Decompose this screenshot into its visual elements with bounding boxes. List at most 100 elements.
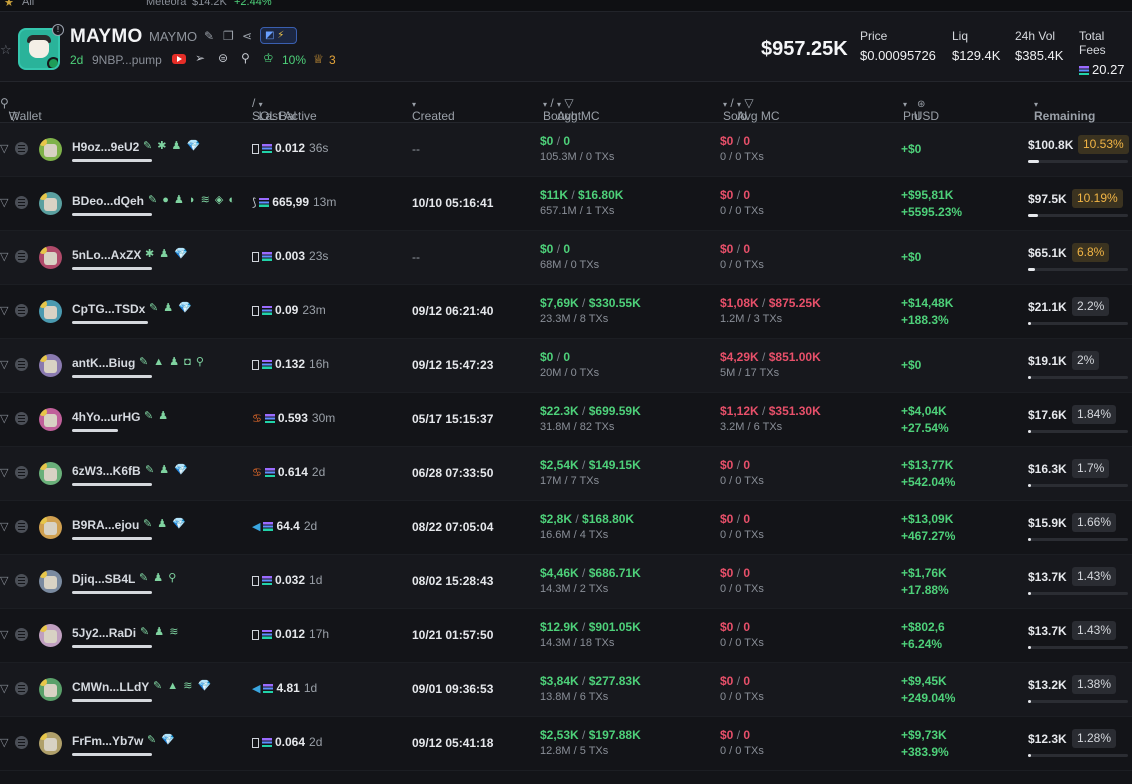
remaining-percent: 1.66% [1072,513,1117,532]
row-menu-icon[interactable] [15,520,28,533]
row-menu-icon[interactable] [15,196,28,209]
table-row[interactable]: ▽ H9oz...9eU2 ✎ ✱ ♟ 💎 0.012 36s -- $0 / 0 105.3… [0,123,1132,177]
avatar[interactable] [39,246,62,269]
filter-icon[interactable]: ▽ [0,736,8,749]
sold-column-header[interactable]: Sold ▾ / Avg MC ▾ ▽ [723,96,780,123]
usd-toggle[interactable]: USD [914,109,939,123]
pnl-column-header[interactable]: Pnl ▾ USD ⊛ [903,96,939,123]
table-row[interactable]: ▽ 4hYo...urHG ✎ ♟ ♋ 0.593 30m 05/17 15:15:37 $2… [0,393,1132,447]
avatar[interactable] [39,678,62,701]
table-row[interactable]: ▽ FrFm...Yb7w ✎ 💎 0.064 2d 09/12 05:41:18 $2,5… [0,717,1132,771]
table-row[interactable]: ▽ 5Jy2...RaDi ✎ ♟ ≋ 0.012 17h 10/21 01:57:50 $… [0,609,1132,663]
wallet-address[interactable]: Djiq...SB4L [72,572,135,586]
table-row[interactable]: ▽ B9RA...ejou ✎ ♟ 💎 ◀ 64.4 2d 08/22 07:05:04 $2… [0,501,1132,555]
remaining-track [1028,538,1128,541]
table-row[interactable]: ▽ antK...Biug ✎ ▲ ♟ ◘ ⚲ 0.132 16h 09/12 15:47… [0,339,1132,393]
filter-icon[interactable]: ▽ [564,96,573,110]
unknown-source-icon [252,251,259,262]
token-address[interactable]: 9NBP...pump [92,53,162,67]
avatar[interactable] [39,624,62,647]
edit-icon[interactable]: ✎ [204,29,214,43]
wallet-address[interactable]: 6zW3...K6fB [72,464,141,478]
filter-icon[interactable]: ▽ [0,250,8,263]
youtube-icon[interactable] [172,54,186,64]
telegram-icon[interactable]: ➢ [195,51,205,65]
filter-icon[interactable]: ▽ [0,574,8,587]
ticker-pair[interactable]: Meteora [146,0,186,8]
filter-icon[interactable]: ▽ [0,142,8,155]
wallet-address[interactable]: B9RA...ejou [72,518,139,532]
table-row[interactable]: ▽ CpTG...TSDx ✎ ♟ 💎 0.09 23m 09/12 06:21:40 $7… [0,285,1132,339]
table-row[interactable]: ▽ CMWn...LLdY ✎ ▲ ≋ 💎 ◀ 4.81 1d 09/01 09:36:53… [0,663,1132,717]
filter-icon[interactable]: ▽ [9,109,18,123]
table-row[interactable]: ▽ 6zW3...K6fB ✎ ♟ 💎 ♋ 0.614 2d 06/28 07:33:50 $… [0,447,1132,501]
avatar[interactable] [39,300,62,323]
wallet-address[interactable]: H9oz...9eU2 [72,140,139,154]
bought-value: $0 [540,134,554,148]
filter-icon[interactable]: ▽ [0,682,8,695]
wallet-address[interactable]: BDeo...dQeh [72,194,144,208]
sol-balance-value: 665,99 [272,195,309,209]
avatar[interactable] [39,462,62,485]
filter-icon[interactable]: ▽ [0,358,8,371]
filter-icon[interactable]: ▽ [0,196,8,209]
avatar[interactable] [39,192,62,215]
filter-icon[interactable]: ▽ [0,304,8,317]
filter-icon[interactable]: ▽ [0,466,8,479]
row-menu-icon[interactable] [15,736,28,749]
remaining-fill [1028,322,1031,325]
wallet-activity-bar [72,591,152,594]
sold-sub: 0 / 0 TXs [720,259,764,271]
row-menu-icon[interactable] [15,250,28,263]
wallet-address[interactable]: FrFm...Yb7w [72,734,143,748]
row-menu-icon[interactable] [15,304,28,317]
sold-value: $1,12K [720,404,759,418]
wallet-address[interactable]: CpTG...TSDx [72,302,145,316]
filter-icon[interactable]: ▽ [0,628,8,641]
unknown-source-icon [252,575,259,586]
bought-avg-mc: $197.88K [588,728,641,742]
avatar[interactable] [39,408,62,431]
table-row[interactable]: ▽ Djiq...SB4L ✎ ♟ ⚲ 0.032 1d 08/02 15:28:43 $4… [0,555,1132,609]
search-icon[interactable]: ⚲ [241,51,250,65]
table-row[interactable]: ▽ 5nLo...AxZX ✱ ♟ 💎 0.003 23s -- $0 / 0 68M / 0… [0,231,1132,285]
copy-icon[interactable]: ❐ [223,29,234,43]
website-icon[interactable]: ⊜ [218,51,228,65]
share-icon[interactable]: ⋖ [242,29,252,43]
boost-pill[interactable]: ◩ ⚡ [260,27,297,44]
filter-icon[interactable]: ▽ [744,96,753,110]
star-icon[interactable]: ★ [4,0,14,9]
row-menu-icon[interactable] [15,142,28,155]
avatar[interactable] [39,138,62,161]
wallet-address[interactable]: CMWn...LLdY [72,680,149,694]
row-menu-icon[interactable] [15,358,28,371]
filter-icon[interactable]: ▽ [0,412,8,425]
bought-column-header[interactable]: Bought ▾ / Avg MC ▾ ▽ [543,96,600,123]
sol-bal-column-header[interactable]: SOL Bal / Last Active ▾ [252,96,317,123]
row-menu-icon[interactable] [15,628,28,641]
favorite-star-icon[interactable]: ☆ [0,42,12,58]
wallet-address[interactable]: antK...Biug [72,356,135,370]
liq-value: $129.4K [952,48,1001,63]
bought-value: $0 [540,242,554,256]
info-alert-icon[interactable]: ! [52,24,64,36]
filter-icon[interactable]: ▽ [0,520,8,533]
wallet-address[interactable]: 4hYo...urHG [72,410,140,424]
row-menu-icon[interactable] [15,466,28,479]
row-menu-icon[interactable] [15,574,28,587]
remaining-column-header[interactable]: Remaining ▾ [1034,96,1095,123]
table-row[interactable]: ▽ BDeo...dQeh ✎ ● ♟ ◗ ≋ ◈ ◐ ⟆ 665,99 13m 10/10… [0,177,1132,231]
pnl-usd: +$13,77K [901,458,954,472]
row-menu-icon[interactable] [15,682,28,695]
wallet-address[interactable]: 5Jy2...RaDi [72,626,136,640]
wallet-column-header[interactable]: ⚲ Wallet ▽ [0,96,42,123]
avatar[interactable] [39,354,62,377]
avatar[interactable] [39,732,62,755]
avatar[interactable] [39,516,62,539]
ticker-all-label[interactable]: All [22,0,34,8]
wallet-address[interactable]: 5nLo...AxZX [72,248,141,262]
avatar[interactable] [39,570,62,593]
sort-caret-icon: ▾ [543,100,548,109]
row-menu-icon[interactable] [15,412,28,425]
created-column-header[interactable]: Created ▾ [412,96,455,123]
